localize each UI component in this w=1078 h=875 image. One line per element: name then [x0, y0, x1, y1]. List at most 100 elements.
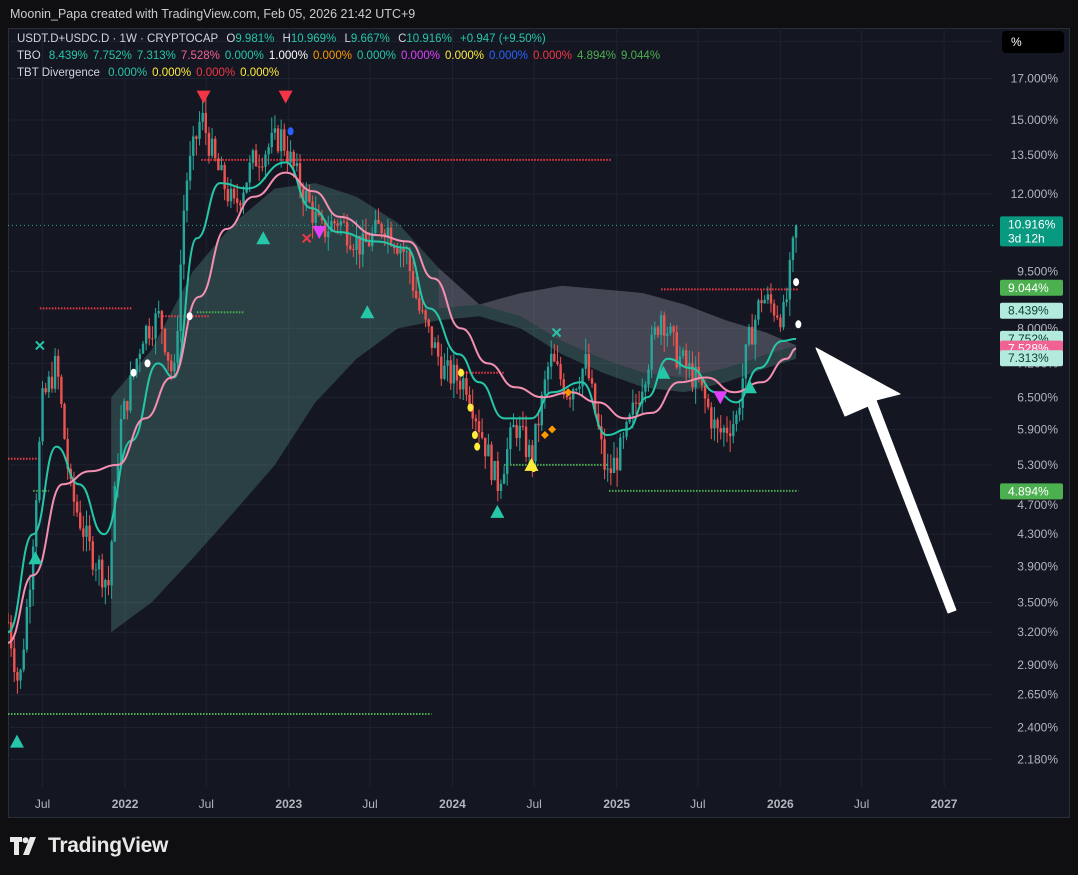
candle-body [361, 233, 364, 255]
candle-body [747, 326, 751, 345]
candle-body [427, 319, 430, 327]
candle-body [458, 380, 462, 390]
candle-body [28, 589, 32, 608]
signal-diamond [564, 388, 573, 397]
candle-body [672, 326, 675, 333]
header-bar: Moonin_Papa created with TradingView.com… [0, 0, 1078, 28]
candle-body [766, 294, 770, 300]
candle-body [584, 354, 587, 369]
candle-body [60, 376, 63, 405]
candle-body [480, 432, 484, 438]
candle-body [47, 376, 51, 393]
y-axis-tick-label: 15.000% [1011, 113, 1059, 127]
candle-body [273, 128, 277, 133]
legend-symbol-row: USDT.D+USDC.D · 1W · CRYPTOCAP O9.981% H… [17, 33, 551, 45]
candle-body [735, 414, 738, 425]
candle-body [267, 147, 270, 155]
candle-body [477, 421, 481, 433]
candle-body [728, 433, 732, 437]
candle-body [772, 303, 776, 316]
candle-body [528, 445, 531, 457]
candle-body [502, 473, 506, 484]
candle-body [339, 221, 343, 226]
candle-body [490, 444, 493, 481]
candle-body [506, 449, 509, 474]
candle-body [424, 310, 427, 320]
candle-body [540, 394, 543, 426]
legend-tbo-value: 0.000% [489, 50, 529, 62]
candle-body [484, 437, 487, 457]
candle-body [725, 427, 729, 434]
legend-tbo-value: 9.044% [621, 50, 661, 62]
candle-body [185, 180, 189, 211]
candle-body [248, 162, 251, 183]
candle-body [537, 423, 540, 426]
candle-body [414, 290, 418, 299]
candle-body [16, 672, 19, 681]
y-axis-tick-label: 2.180% [1017, 752, 1058, 766]
candle-body [22, 649, 25, 670]
signal-dot [795, 320, 802, 329]
legend-tbo-row: TBO 8.439% 7.752% 7.313% 7.528% 0.000% 1.000%… [17, 50, 665, 62]
annotation-arrow [815, 347, 957, 614]
candle-body [788, 260, 792, 300]
percent-scale-button[interactable]: % [1002, 31, 1064, 53]
signal-dot [130, 368, 137, 377]
candle-body [487, 444, 490, 457]
candle-body [509, 427, 512, 450]
candle-body [35, 500, 38, 547]
candle-body [402, 248, 405, 252]
legend-tbo-value: 0.000% [224, 50, 264, 62]
candle-body [104, 580, 107, 588]
candle-body [556, 361, 559, 365]
candle-body [163, 328, 167, 353]
candle-body [581, 368, 584, 387]
legend-tbo-name[interactable]: TBO [17, 50, 41, 62]
candle-body [612, 457, 616, 474]
candle-body [79, 512, 82, 529]
candle-body [214, 138, 217, 159]
candle-body [289, 151, 292, 163]
candle-body [571, 389, 575, 400]
candle-body [207, 132, 211, 156]
candle-body [644, 384, 647, 392]
candle-body [88, 525, 91, 542]
candle-body [710, 407, 713, 429]
price-chart[interactable]: 2.180% 2.400% 2.650% 2.900% 3.200% 3.500% 3.90… [8, 28, 1070, 818]
candle-body [603, 439, 606, 470]
tradingview-wordmark: TradingView [48, 834, 169, 857]
signal-dot [186, 312, 193, 321]
candle-body [669, 326, 672, 334]
candle-body [63, 404, 66, 439]
signal-diamond [548, 425, 557, 434]
price-label: 10.916%3d 12h [1000, 216, 1063, 247]
candle-body [785, 299, 788, 302]
candle-body [421, 310, 424, 312]
legend-symbol-title[interactable]: USDT.D+USDC.D · 1W · CRYPTOCAP [17, 33, 218, 45]
candle-body [440, 356, 443, 379]
candle-body [232, 188, 236, 199]
candle-body [681, 350, 685, 357]
candle-body [311, 201, 314, 223]
candle-body [609, 468, 613, 474]
x-axis-tick-label: Jul [690, 797, 705, 811]
y-axis-tick-label: 4.300% [1017, 527, 1058, 541]
signal-dot [793, 278, 800, 287]
candle-body [446, 360, 449, 366]
legend-divergence-name[interactable]: TBT Divergence [17, 67, 100, 79]
candle-body [19, 669, 22, 681]
legend-tbo-value: 0.000% [400, 50, 440, 62]
legend-high-value: 10.969% [290, 33, 337, 45]
candle-body [659, 315, 663, 336]
candle-body [160, 311, 164, 329]
y-axis-tick-label: 5.900% [1017, 422, 1058, 436]
candle-body [292, 151, 295, 166]
candle-body [50, 376, 54, 389]
candle-body [411, 270, 415, 291]
x-axis-tick-label: Jul [854, 797, 869, 811]
candle-body [148, 325, 151, 339]
y-axis-tick-label: 4.700% [1017, 498, 1058, 512]
candle-body [716, 419, 719, 429]
candle-body [794, 225, 798, 238]
price-label: 8.439% [1000, 302, 1063, 319]
